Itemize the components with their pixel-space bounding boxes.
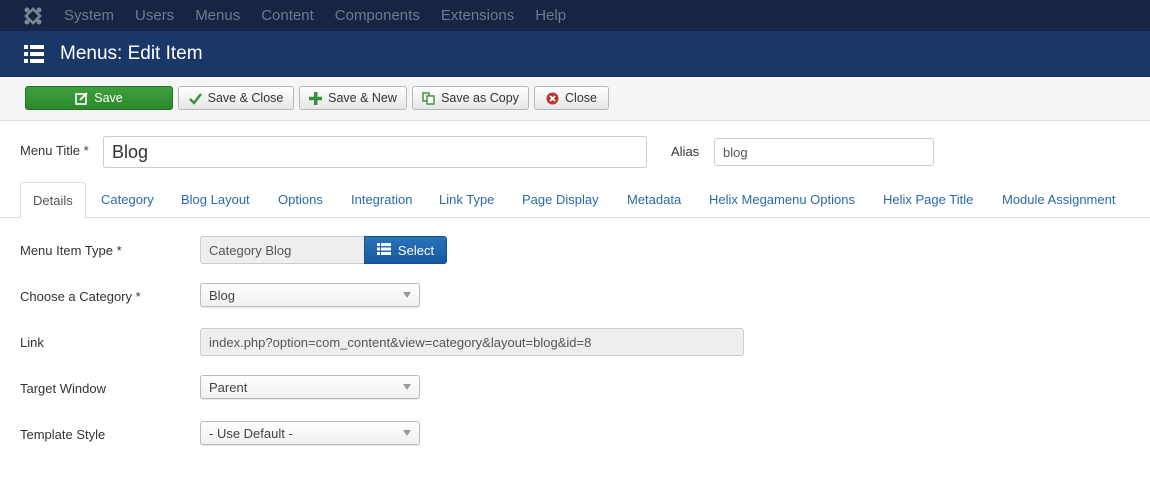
close-icon — [546, 92, 559, 105]
nav-content[interactable]: Content — [261, 7, 314, 24]
save-copy-label: Save as Copy — [441, 91, 519, 105]
nav-help[interactable]: Help — [535, 7, 566, 24]
link-field: index.php?option=com_content&view=catego… — [200, 328, 744, 356]
tab-integration[interactable]: Integration — [351, 182, 412, 218]
select-button[interactable]: Select — [364, 236, 447, 264]
menu-title-input[interactable]: Blog — [103, 136, 647, 168]
category-select[interactable]: Blog — [200, 283, 420, 307]
joomla-logo-icon[interactable] — [22, 5, 44, 27]
template-style-select[interactable]: - Use Default - — [200, 421, 420, 445]
plus-icon — [309, 91, 323, 105]
nav-components[interactable]: Components — [335, 7, 420, 24]
select-button-label: Select — [397, 242, 435, 258]
tab-helix-megamenu-options[interactable]: Helix Megamenu Options — [709, 182, 855, 218]
nav-menus[interactable]: Menus — [195, 7, 240, 24]
top-navigation: System Users Menus Content Components Ex… — [0, 0, 1150, 31]
category-select-value: Blog — [209, 287, 236, 303]
target-window-select[interactable]: Parent — [200, 375, 420, 399]
close-button[interactable]: Close — [534, 86, 609, 110]
save-button[interactable]: Save — [25, 86, 173, 110]
save-new-label: Save & New — [328, 91, 397, 105]
tab-helix-page-title[interactable]: Helix Page Title — [883, 182, 973, 218]
nav-extensions[interactable]: Extensions — [441, 7, 514, 24]
nav-users[interactable]: Users — [135, 7, 174, 24]
list-icon — [376, 242, 391, 258]
tab-page-display[interactable]: Page Display — [522, 182, 599, 218]
link-label: Link — [20, 335, 44, 350]
save-close-label: Save & Close — [207, 91, 284, 105]
page-title: Menus: Edit Item — [60, 42, 203, 64]
tab-options[interactable]: Options — [278, 182, 323, 218]
category-label: Choose a Category * — [20, 289, 141, 304]
alias-input[interactable]: blog — [714, 138, 934, 166]
page-header: Menus: Edit Item — [0, 31, 1150, 77]
toolbar: Save Save & Close Save & New Save as Cop… — [0, 77, 1150, 121]
alias-label: Alias — [671, 144, 700, 159]
nav-system[interactable]: System — [64, 7, 114, 24]
close-label: Close — [565, 91, 597, 105]
template-style-label: Template Style — [20, 427, 106, 442]
chevron-down-icon — [403, 430, 411, 436]
tab-category[interactable]: Category — [101, 182, 154, 218]
tab-metadata[interactable]: Metadata — [627, 182, 681, 218]
menu-title-label: Menu Title * — [20, 143, 89, 158]
tab-details[interactable]: Details — [20, 182, 86, 219]
save-new-button[interactable]: Save & New — [299, 86, 407, 110]
edit-icon — [75, 91, 88, 105]
chevron-down-icon — [403, 384, 411, 390]
target-window-value: Parent — [209, 379, 248, 395]
tab-module-assignment[interactable]: Module Assignment — [1002, 182, 1115, 218]
save-label: Save — [94, 91, 123, 105]
target-window-label: Target Window — [20, 381, 106, 396]
save-close-button[interactable]: Save & Close — [178, 86, 294, 110]
menu-item-type-field: Category Blog — [200, 236, 366, 264]
list-icon — [24, 44, 44, 63]
copy-icon — [422, 91, 435, 105]
chevron-down-icon — [403, 292, 411, 298]
tab-link-type[interactable]: Link Type — [439, 182, 494, 218]
tab-bar: Details Category Blog Layout Options Int… — [0, 182, 1150, 219]
check-icon — [188, 92, 202, 105]
menu-item-type-label: Menu Item Type * — [20, 243, 122, 258]
tab-blog-layout[interactable]: Blog Layout — [181, 182, 250, 218]
template-style-value: - Use Default - — [209, 425, 293, 441]
save-copy-button[interactable]: Save as Copy — [412, 86, 529, 110]
